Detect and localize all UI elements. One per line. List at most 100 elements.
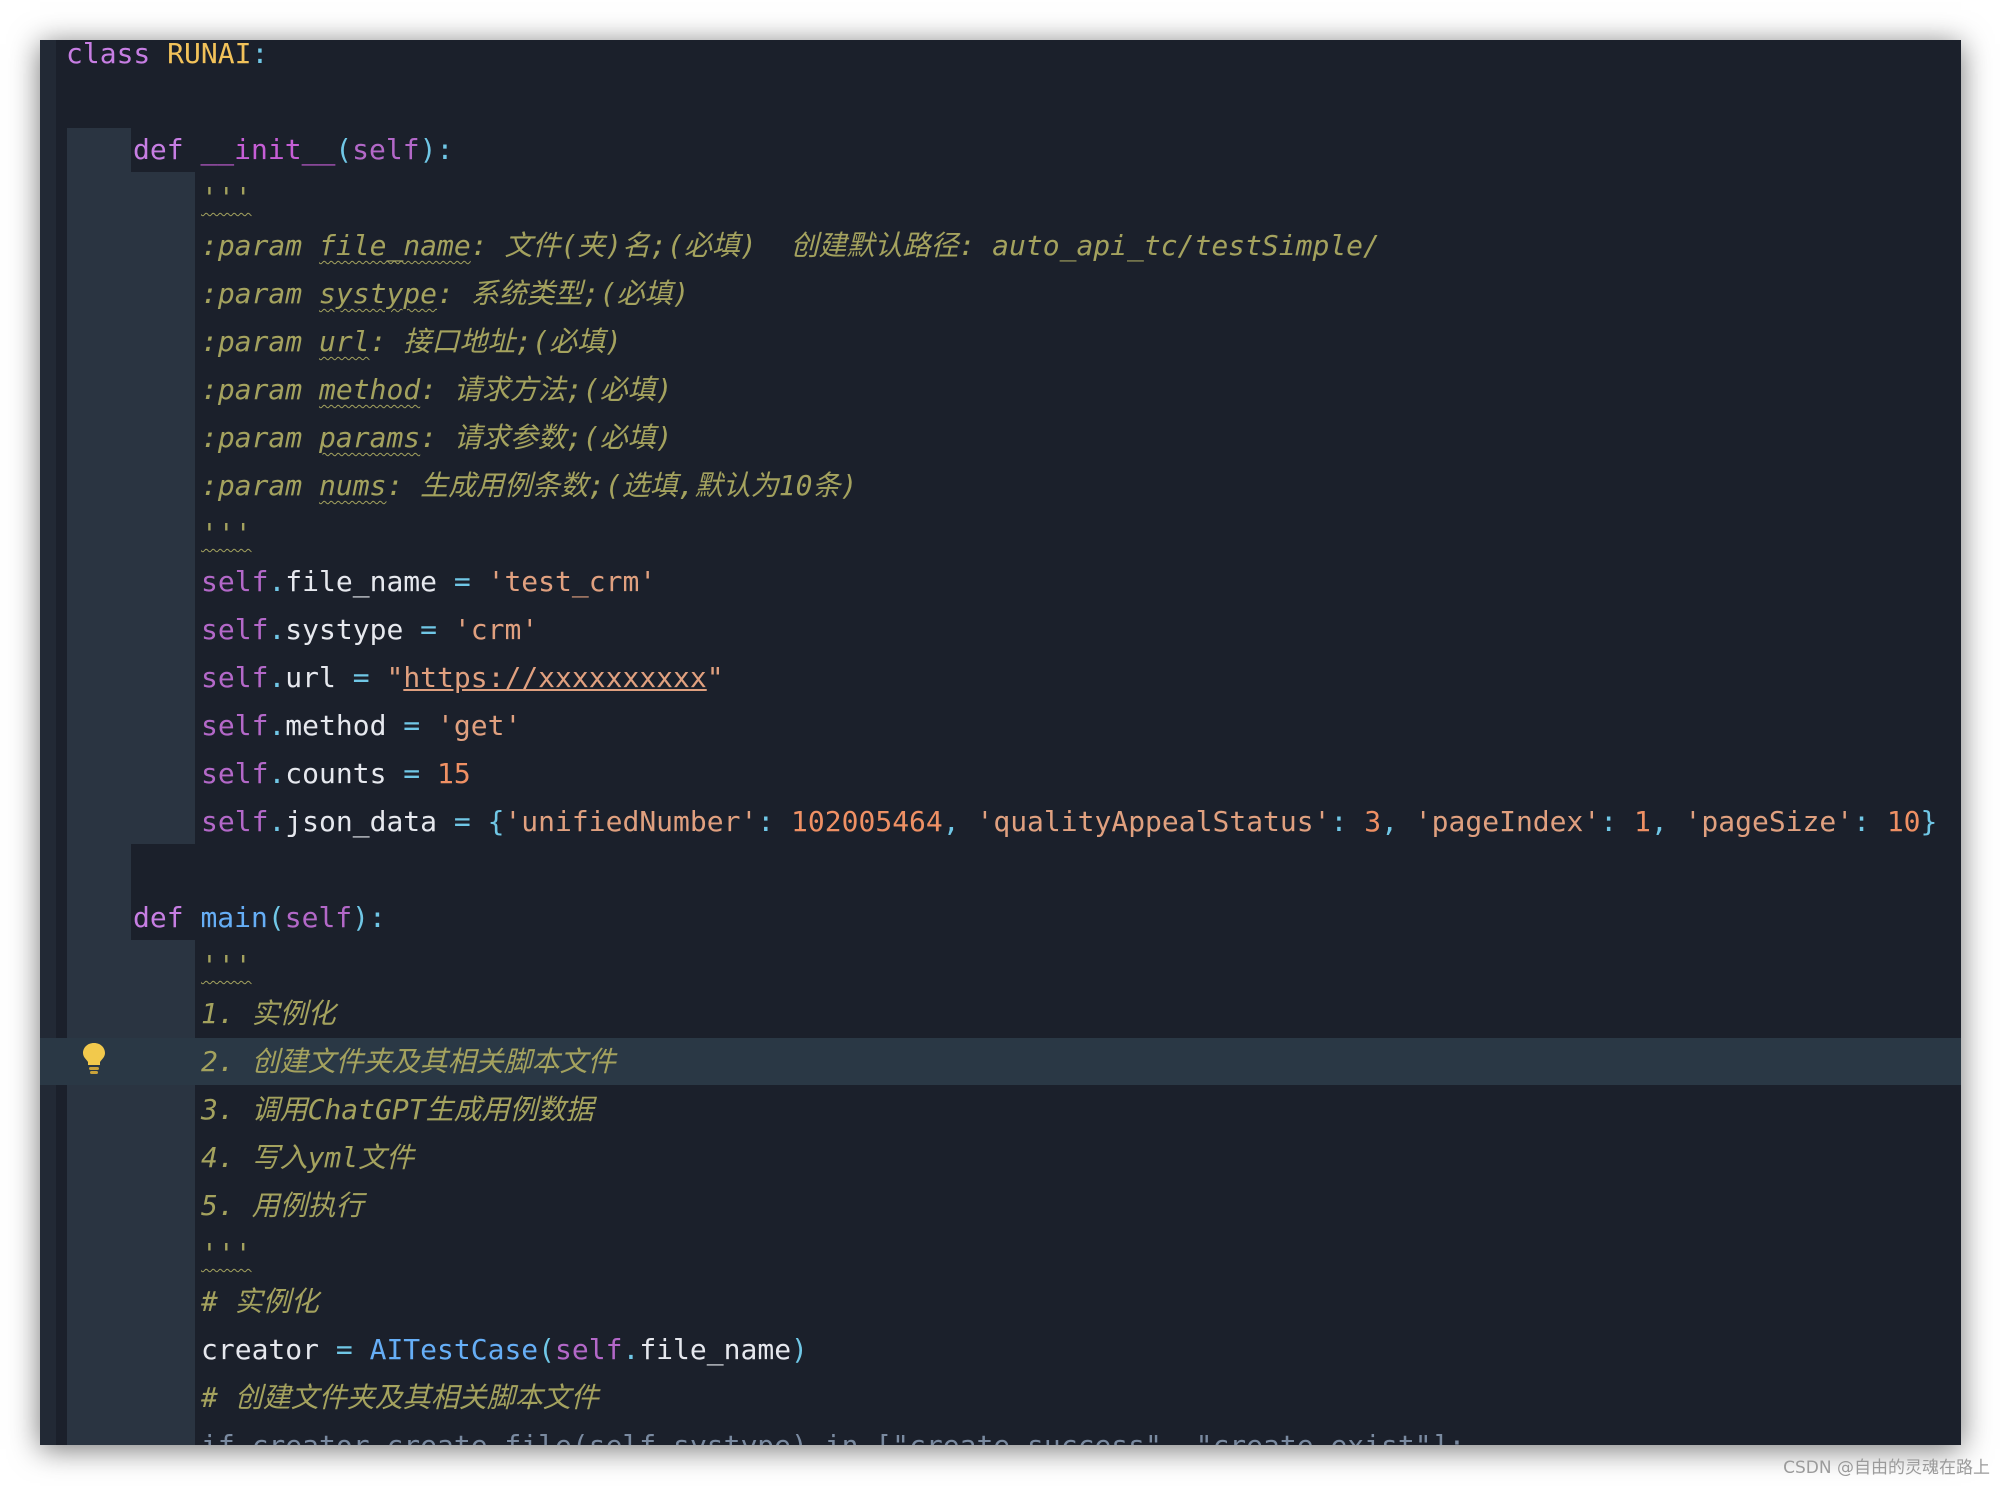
param-keyword: :param xyxy=(201,325,303,358)
code-line-docstring-close[interactable]: ''' xyxy=(201,510,252,558)
code-line-assign-method[interactable]: self.method = 'get' xyxy=(201,702,521,750)
dict-comma: , xyxy=(1381,805,1415,838)
self-keyword: self xyxy=(201,565,269,598)
code-line-def-init[interactable]: def __init__(self): xyxy=(133,126,453,174)
dict-value: 10 xyxy=(1886,805,1921,838)
param-name: nums xyxy=(319,469,387,502)
attr-name: file_name xyxy=(639,1333,792,1366)
punc-dot: . xyxy=(268,613,286,646)
code-line-assign-json-data[interactable]: self.json_data = {'unifiedNumber': 10200… xyxy=(201,798,1937,846)
dict-value: 3 xyxy=(1364,805,1382,838)
cut-off-code: if creator.create_file(self.systype) in … xyxy=(201,1429,1465,1445)
string-value: 'crm' xyxy=(453,613,539,646)
param-name: file_name xyxy=(319,229,471,262)
code-line-def-main[interactable]: def main(self): xyxy=(133,894,386,942)
comment-text: # 实例化 xyxy=(201,1285,319,1318)
code-line-step[interactable]: 3. 调用ChatGPT生成用例数据 xyxy=(201,1086,594,1134)
param-keyword: :param xyxy=(201,421,303,454)
dict-colon: : xyxy=(1330,805,1365,838)
param-self: self xyxy=(284,901,353,934)
docstring-quote: ''' xyxy=(201,949,252,982)
param-desc: : 请求参数;(必填) xyxy=(420,421,673,454)
param-name: systype xyxy=(319,277,438,310)
dict-key: 'unifiedNumber' xyxy=(504,805,758,838)
number-value: 15 xyxy=(437,757,471,790)
code-line-comment[interactable]: # 创建文件夹及其相关脚本文件 xyxy=(201,1374,599,1422)
function-name-main: main xyxy=(200,901,268,934)
code-editor[interactable]: class RUNAI: def __init__(self): ''' :pa… xyxy=(40,40,1961,1445)
code-line-assign-url[interactable]: self.url = "https://xxxxxxxxxx" xyxy=(201,654,724,702)
self-keyword: self xyxy=(201,661,269,694)
docstring-quote: ''' xyxy=(201,1237,252,1270)
punc-paren-close: ): xyxy=(419,133,454,166)
docstring-step: 4. 写入yml文件 xyxy=(201,1141,415,1174)
keyword-def: def xyxy=(133,133,184,166)
param-name: url xyxy=(319,325,370,358)
brace-close: } xyxy=(1920,805,1938,838)
assign-operator: = xyxy=(437,565,488,598)
self-keyword: self xyxy=(201,709,269,742)
code-line-docstring-open[interactable]: ''' xyxy=(201,174,252,222)
punc-paren-open: ( xyxy=(267,901,285,934)
code-line-param[interactable]: :param nums: 生成用例条数;(选填,默认为10条) xyxy=(201,462,857,510)
code-line-cut-off[interactable]: if creator.create_file(self.systype) in … xyxy=(201,1422,1465,1445)
punc-paren-close: ) xyxy=(791,1333,808,1366)
punc-paren-open: ( xyxy=(538,1333,556,1366)
param-keyword: :param xyxy=(201,469,303,502)
code-line-docstring-close[interactable]: ''' xyxy=(201,1230,252,1278)
assign-operator: = xyxy=(319,1333,370,1366)
param-desc: : 请求方法;(必填) xyxy=(420,373,673,406)
param-name: params xyxy=(319,421,421,454)
code-lines: class RUNAI: def __init__(self): ''' :pa… xyxy=(40,40,1961,1445)
self-keyword: self xyxy=(555,1333,623,1366)
code-line-creator[interactable]: creator = AITestCase(self.file_name) xyxy=(201,1326,808,1374)
param-self: self xyxy=(352,133,420,166)
string-quote: " xyxy=(706,661,724,694)
attr-name: file_name xyxy=(285,565,438,598)
code-line-assign-systype[interactable]: self.systype = 'crm' xyxy=(201,606,538,654)
class-call-name: AITestCase xyxy=(369,1333,539,1366)
punc-paren-close: ): xyxy=(352,901,386,934)
code-line-param[interactable]: :param url: 接口地址;(必填) xyxy=(201,318,622,366)
self-keyword: self xyxy=(201,805,269,838)
code-line-comment[interactable]: # 实例化 xyxy=(201,1278,319,1326)
variable-creator: creator xyxy=(201,1333,320,1366)
code-line-step[interactable]: 5. 用例执行 xyxy=(201,1182,364,1230)
dict-key: 'qualityAppealStatus' xyxy=(976,805,1331,838)
dict-comma: , xyxy=(1650,805,1685,838)
param-desc: : 文件(夹)名;(必填) 创建默认路径: auto_api_tc/testSi… xyxy=(470,229,1380,262)
punc-dot: . xyxy=(268,757,286,790)
dict-comma: , xyxy=(942,805,977,838)
code-line-step[interactable]: 2. 创建文件夹及其相关脚本文件 xyxy=(201,1038,616,1086)
dict-colon: : xyxy=(1600,805,1634,838)
code-line-param[interactable]: :param file_name: 文件(夹)名;(必填) 创建默认路径: au… xyxy=(201,222,1380,270)
param-keyword: :param xyxy=(201,277,303,310)
code-line-step[interactable]: 1. 实例化 xyxy=(201,990,336,1038)
code-line-step[interactable]: 4. 写入yml文件 xyxy=(201,1134,414,1182)
param-keyword: :param xyxy=(201,373,303,406)
string-value: 'test_crm' xyxy=(487,565,657,598)
punc-colon: : xyxy=(251,40,269,70)
param-keyword: :param xyxy=(201,229,303,262)
dict-value: 1 xyxy=(1633,805,1651,838)
self-keyword: self xyxy=(201,613,269,646)
code-line-param[interactable]: :param method: 请求方法;(必填) xyxy=(201,366,672,414)
docstring-step: 3. 调用ChatGPT生成用例数据 xyxy=(201,1093,594,1126)
docstring-step: 1. 实例化 xyxy=(201,997,336,1030)
assign-operator: = xyxy=(335,661,387,694)
code-line-assign-file-name[interactable]: self.file_name = 'test_crm' xyxy=(201,558,656,606)
docstring-quote: ''' xyxy=(201,517,252,550)
code-line-assign-counts[interactable]: self.counts = 15 xyxy=(201,750,471,798)
dict-colon: : xyxy=(757,805,792,838)
assign-operator: = xyxy=(437,805,488,838)
string-value: 'get' xyxy=(437,709,522,742)
punc-paren-open: ( xyxy=(335,133,353,166)
code-line-param[interactable]: :param systype: 系统类型;(必填) xyxy=(201,270,689,318)
code-line-docstring-open[interactable]: ''' xyxy=(201,942,252,990)
param-desc: : 系统类型;(必填) xyxy=(437,277,690,310)
url-link[interactable]: https://xxxxxxxxxx xyxy=(403,661,706,694)
param-desc: : 接口地址;(必填) xyxy=(369,325,622,358)
punc-dot: . xyxy=(268,661,286,694)
code-line-param[interactable]: :param params: 请求参数;(必填) xyxy=(201,414,672,462)
code-line-class[interactable]: class RUNAI: xyxy=(66,40,268,78)
